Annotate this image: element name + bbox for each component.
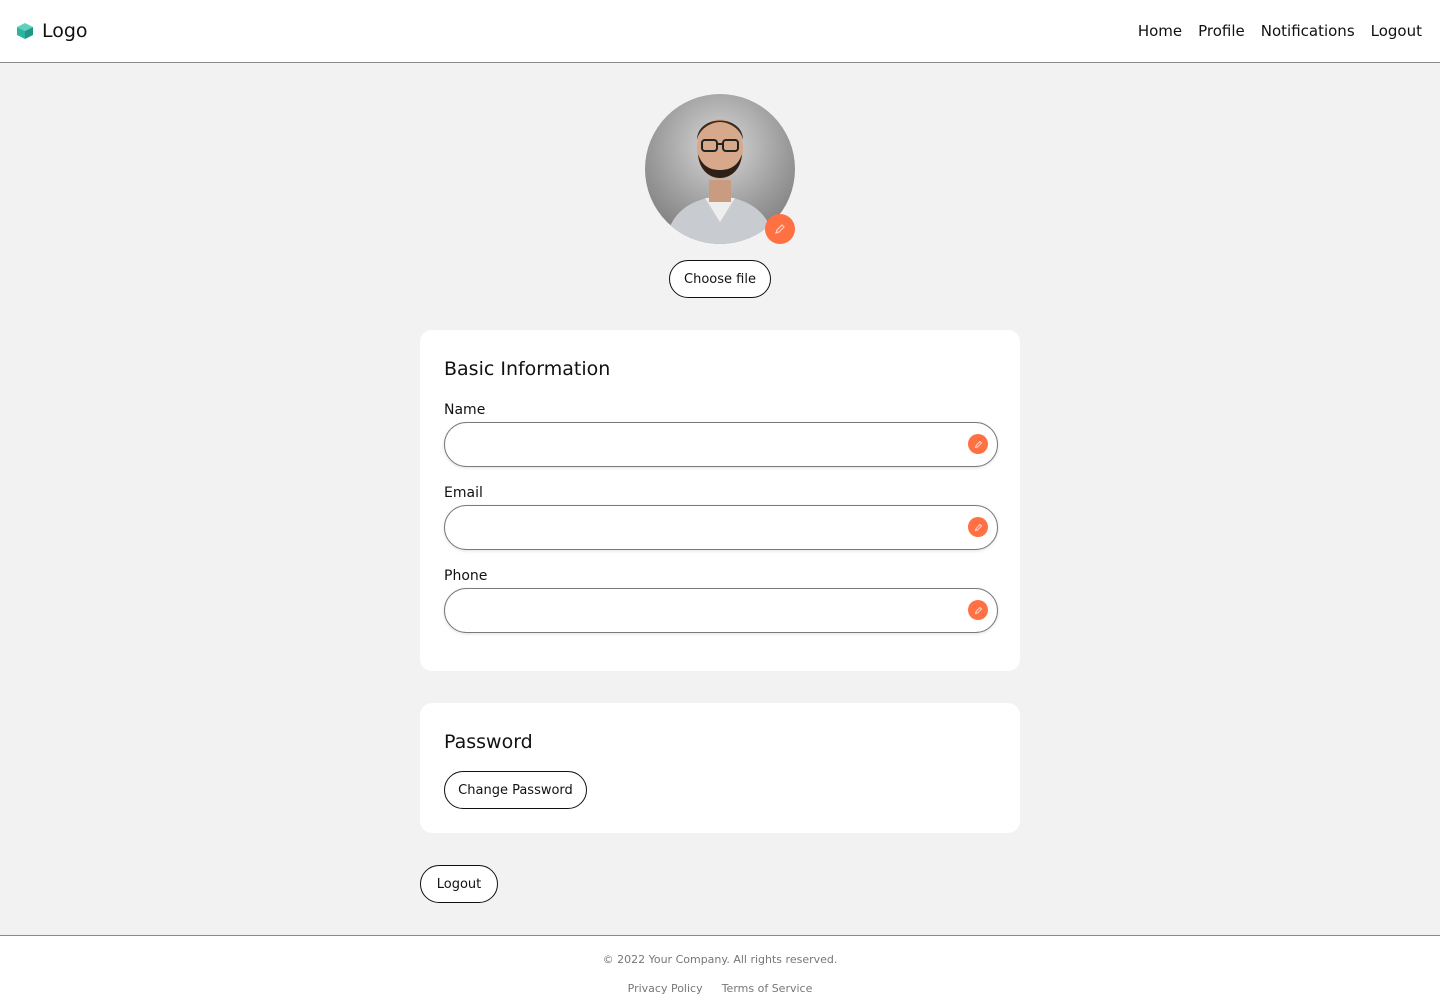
logout-button[interactable]: Logout <box>420 865 498 903</box>
nav-notifications[interactable]: Notifications <box>1261 22 1355 40</box>
basic-info-title: Basic Information <box>444 358 611 380</box>
email-input[interactable] <box>461 506 961 549</box>
main-nav: Home Profile Notifications Logout <box>1122 22 1422 40</box>
email-field <box>444 505 998 550</box>
password-title: Password <box>444 731 533 753</box>
nav-profile[interactable]: Profile <box>1198 22 1245 40</box>
nav-home[interactable]: Home <box>1138 22 1182 40</box>
change-password-button[interactable]: Change Password <box>444 771 587 809</box>
footer-links: Privacy Policy Terms of Service <box>0 977 1440 996</box>
avatar-container <box>645 94 795 244</box>
email-edit-button[interactable] <box>968 517 988 537</box>
choose-file-button[interactable]: Choose file <box>669 260 771 298</box>
phone-field <box>444 588 998 633</box>
logo-text: Logo <box>42 20 88 42</box>
nav-logout[interactable]: Logout <box>1371 22 1422 40</box>
top-navbar: Logo Home Profile Notifications Logout <box>0 0 1440 63</box>
pencil-icon <box>974 440 982 448</box>
basic-info-card: Basic Information Name Email Phone <box>420 330 1020 671</box>
cube-icon <box>17 23 33 39</box>
name-field <box>444 422 998 467</box>
footer: © 2022 Your Company. All rights reserved… <box>0 935 1440 1008</box>
phone-input[interactable] <box>461 589 961 632</box>
pencil-icon <box>974 606 982 614</box>
phone-edit-button[interactable] <box>968 600 988 620</box>
brand[interactable]: Logo <box>16 20 88 42</box>
name-label: Name <box>444 402 486 418</box>
terms-of-service-link[interactable]: Terms of Service <box>722 982 813 995</box>
avatar-edit-button[interactable] <box>765 214 795 244</box>
pencil-icon <box>974 523 982 531</box>
password-card: Password Change Password <box>420 703 1020 833</box>
copyright-text: © 2022 Your Company. All rights reserved… <box>602 953 838 966</box>
name-edit-button[interactable] <box>968 434 988 454</box>
phone-label: Phone <box>444 568 488 584</box>
privacy-policy-link[interactable]: Privacy Policy <box>628 982 703 995</box>
pencil-icon <box>775 224 785 234</box>
email-label: Email <box>444 485 483 501</box>
name-input[interactable] <box>461 423 961 466</box>
